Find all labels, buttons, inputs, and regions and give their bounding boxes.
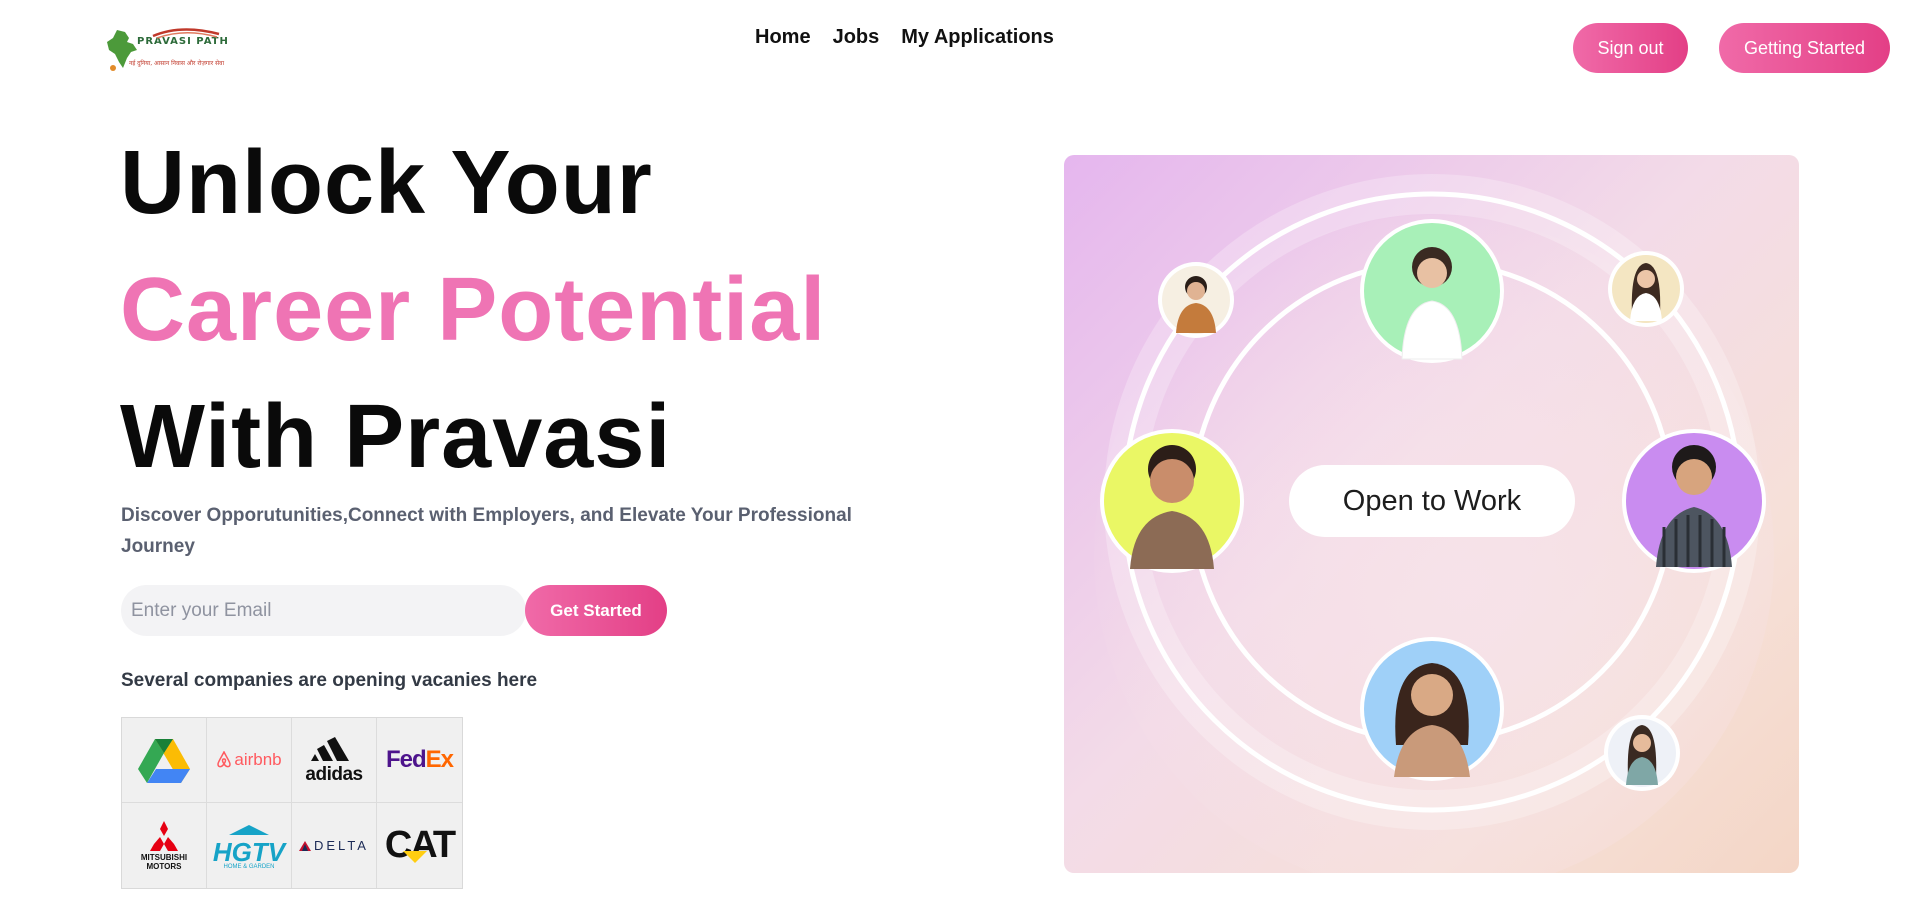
- main-nav: Home Jobs My Applications: [755, 26, 1054, 49]
- mitsubishi-line1: MITSUBISHI: [140, 852, 188, 862]
- fedex-ex: Ex: [425, 746, 454, 773]
- companies-label: Several companies are opening vacanies h…: [121, 670, 538, 691]
- india-map-icon: [107, 30, 137, 71]
- adidas-wordmark: adidas: [305, 763, 363, 785]
- nav-home[interactable]: Home: [755, 26, 811, 49]
- avatar-bottom: [1360, 637, 1504, 781]
- email-field[interactable]: [121, 585, 526, 636]
- adidas-stripes-icon: [310, 736, 349, 761]
- avatar-left: [1100, 429, 1244, 573]
- hgtv-wordmark: HGTV: [212, 836, 286, 867]
- airbnb-wordmark: airbnb: [234, 750, 282, 769]
- avatar-small-bottomright: [1604, 715, 1680, 791]
- nav-my-applications[interactable]: My Applications: [901, 26, 1054, 49]
- sign-out-button[interactable]: Sign out: [1573, 23, 1688, 73]
- open-to-work-pill: Open to Work: [1289, 465, 1575, 537]
- mitsubishi-diamonds-icon: [149, 820, 178, 851]
- avatar-top: [1360, 219, 1504, 363]
- pravasi-path-logo[interactable]: PRAVASI PATH नई दुनिया, आसान निवास और रो…: [103, 26, 243, 76]
- hero-title-line1: Unlock Your: [120, 133, 653, 233]
- fedex-logo: FedEx: [377, 718, 462, 803]
- hgtv-subtext: HOME & GARDEN: [223, 863, 275, 870]
- getting-started-button[interactable]: Getting Started: [1719, 23, 1890, 73]
- hero-title-line2: Career Potential: [120, 260, 827, 360]
- hero-title-line3: With Pravasi: [120, 387, 672, 487]
- fedex-fe: Fed: [385, 746, 427, 773]
- nav-jobs[interactable]: Jobs: [833, 26, 880, 49]
- email-field-wrapper: [121, 585, 526, 636]
- airbnb-logo: airbnb: [207, 718, 292, 803]
- logo-tagline: नई दुनिया, आसान निवास और रोज़गार सेवा: [129, 60, 225, 67]
- hgtv-roof-icon: [228, 824, 269, 835]
- header: PRAVASI PATH नई दुनिया, आसान निवास और रो…: [0, 0, 1909, 100]
- mitsubishi-line2: MOTORS: [146, 861, 182, 871]
- mitsubishi-logo: MITSUBISHI MOTORS: [122, 803, 207, 888]
- delta-wordmark: DELTA: [314, 838, 369, 853]
- hero-illustration: Open to Work: [1064, 155, 1799, 873]
- delta-triangle-icon: [299, 840, 311, 851]
- get-started-button[interactable]: Get Started: [525, 585, 667, 636]
- google-drive-logo: [122, 718, 207, 803]
- airbnb-icon: [217, 751, 232, 768]
- hero-title: Unlock Your Career Potential With Pravas…: [120, 120, 826, 501]
- logo-swoosh-icon: [152, 28, 220, 39]
- avatar-small-topright: [1608, 251, 1684, 327]
- cat-triangle-icon: [402, 851, 427, 863]
- avatar-right: [1622, 429, 1766, 573]
- adidas-logo: adidas: [292, 718, 377, 803]
- company-logos-grid: airbnb adidas FedEx MITSUBISHI MOTORS HG…: [121, 717, 463, 889]
- cat-logo: CAT: [377, 803, 462, 888]
- google-drive-icon: [138, 739, 190, 783]
- hero-subtitle: Discover Opporutunities,Connect with Emp…: [121, 505, 852, 557]
- hgtv-logo: HGTV HOME & GARDEN: [207, 803, 292, 888]
- avatar-small-topleft: [1158, 262, 1234, 338]
- delta-logo: DELTA: [292, 803, 377, 888]
